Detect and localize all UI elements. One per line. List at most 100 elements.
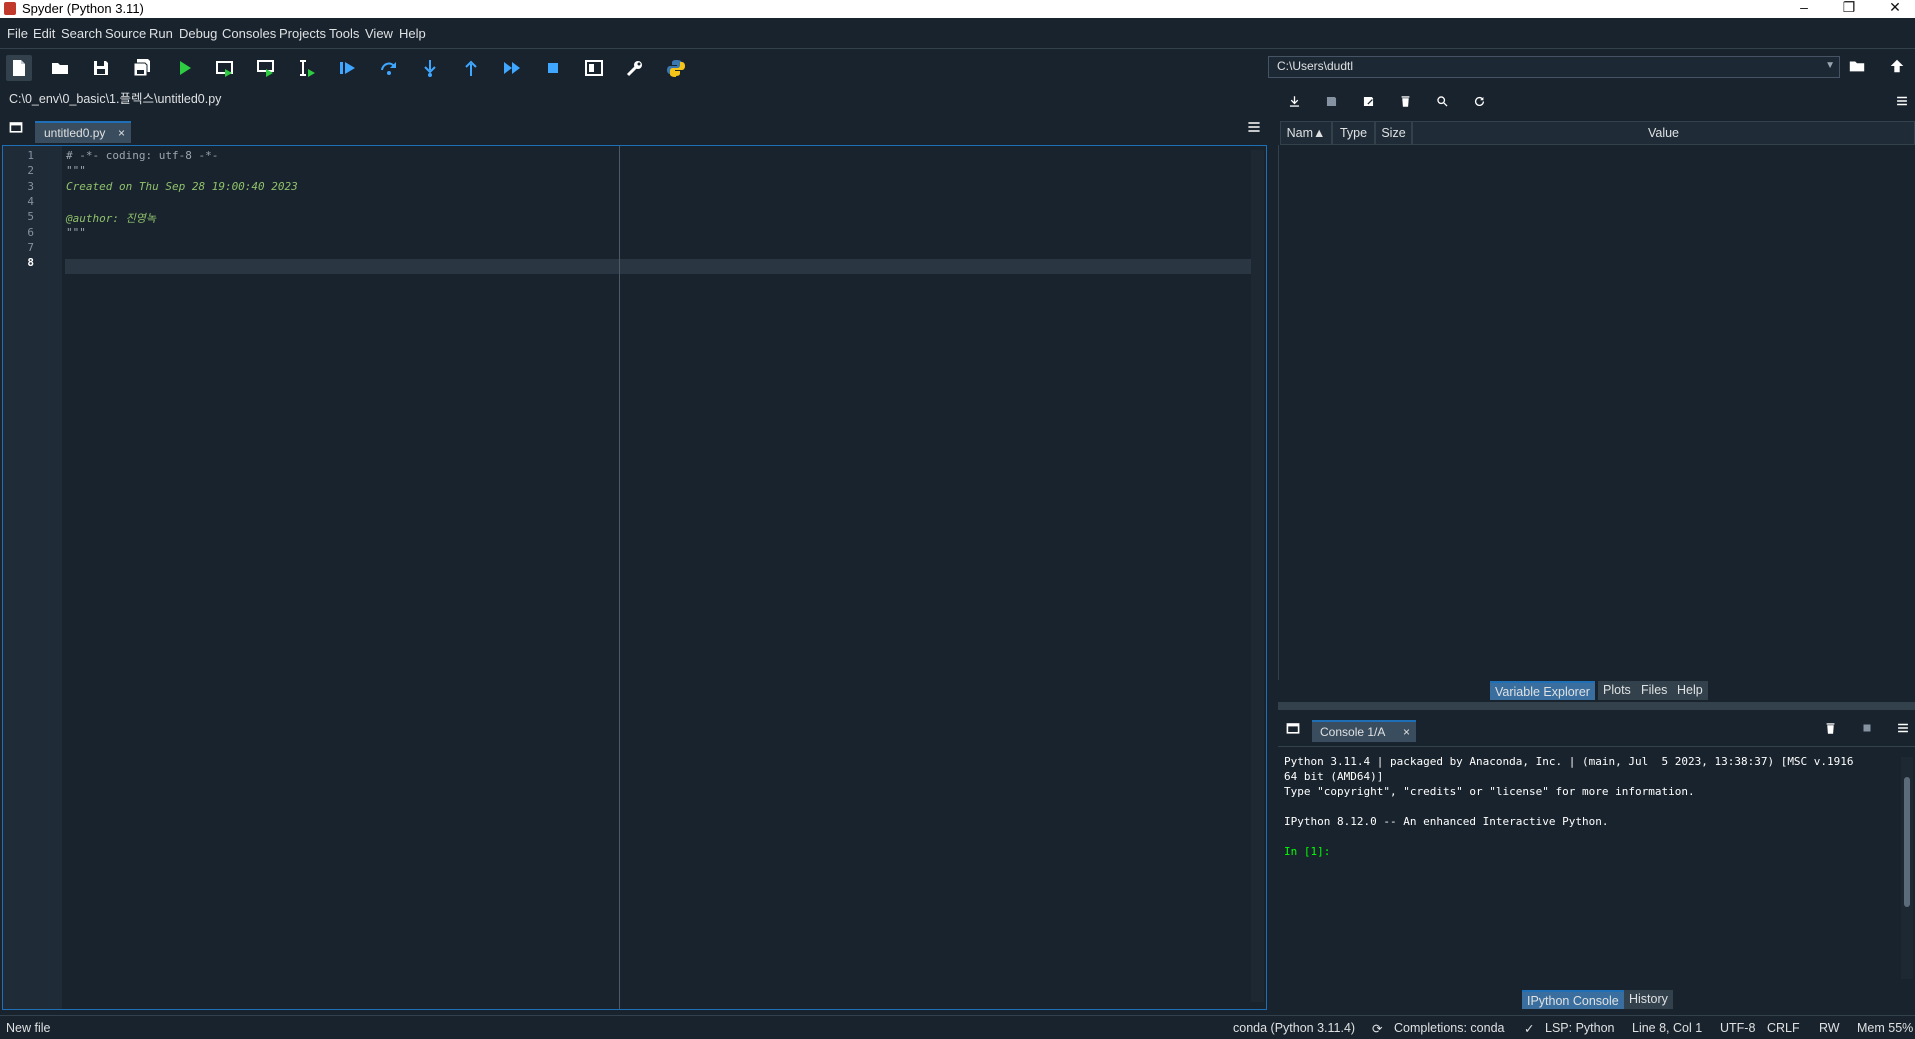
column-name[interactable]: Nam▲	[1280, 121, 1332, 145]
menu-search[interactable]: Search	[61, 26, 102, 41]
save-data-icon[interactable]	[1322, 92, 1340, 110]
variable-explorer-toolbar	[1277, 86, 1915, 116]
status-encoding: UTF-8	[1720, 1021, 1756, 1035]
title-bar: Spyder (Python 3.11) – ❐ ✕	[0, 0, 1915, 18]
line-number: 3	[27, 179, 34, 193]
close-button[interactable]: ✕	[1880, 0, 1910, 16]
menu-view[interactable]: View	[365, 26, 393, 41]
menu-projects[interactable]: Projects	[279, 26, 326, 41]
console-tab-label: Console 1/A	[1320, 725, 1386, 739]
interrupt-kernel-icon[interactable]	[1858, 719, 1876, 737]
menu-help[interactable]: Help	[399, 26, 426, 41]
debug-icon[interactable]	[335, 55, 361, 81]
remove-all-icon[interactable]	[1821, 719, 1839, 737]
console-options-menu-icon[interactable]	[1894, 719, 1912, 737]
minimize-button[interactable]: –	[1789, 0, 1819, 15]
step-return-icon[interactable]	[458, 55, 484, 81]
status-environment[interactable]: conda (Python 3.11.4)	[1233, 1021, 1355, 1035]
line-number: 5	[27, 210, 34, 224]
status-memory: Mem 55%	[1857, 1021, 1914, 1035]
status-bar: New file conda (Python 3.11.4) ⟳ Complet…	[0, 1015, 1915, 1039]
close-tab-icon[interactable]: ×	[1403, 725, 1410, 739]
current-line-highlight	[65, 259, 1252, 274]
browse-folder-icon[interactable]	[1848, 57, 1866, 75]
menu-file[interactable]: File	[7, 26, 28, 41]
tab-untitled0[interactable]: untitled0.py ×	[35, 121, 131, 143]
refresh-icon[interactable]	[1470, 92, 1488, 110]
console-tab-bar: Console 1/A ×	[1278, 712, 1915, 746]
tab-files[interactable]: Files	[1636, 681, 1673, 700]
status-permissions: RW	[1819, 1021, 1840, 1035]
tab-history[interactable]: History	[1624, 990, 1673, 1009]
tab-label: untitled0.py	[44, 126, 106, 140]
search-icon[interactable]	[1433, 92, 1451, 110]
tab-ipython-console[interactable]: IPython Console	[1522, 990, 1624, 1009]
line-number: 2	[27, 164, 34, 178]
line-number: 6	[27, 225, 34, 239]
line-number: 7	[27, 240, 34, 254]
editor-file-path: C:\0_env\0_basic\1.플렉스\untitled0.py	[9, 92, 222, 106]
step-into-icon[interactable]	[417, 55, 443, 81]
editor-options-menu-icon[interactable]	[1245, 118, 1263, 136]
tab-variable-explorer[interactable]: Variable Explorer	[1490, 681, 1595, 700]
open-folder-icon[interactable]	[47, 55, 73, 81]
pane-options-menu-icon[interactable]	[1893, 92, 1911, 110]
tab-plots[interactable]: Plots	[1598, 681, 1636, 700]
menu-bar: File Edit Search Source Run Debug Consol…	[0, 18, 1915, 49]
run-cell-icon[interactable]	[212, 55, 238, 81]
ipython-console[interactable]: Python 3.11.4 | packaged by Anaconda, In…	[1278, 746, 1915, 989]
line-length-guide	[619, 146, 620, 1009]
status-message: New file	[6, 1021, 51, 1035]
variable-table-body[interactable]	[1278, 145, 1915, 680]
continue-icon[interactable]	[499, 55, 525, 81]
close-tab-icon[interactable]: ×	[118, 126, 125, 140]
browse-tabs-icon[interactable]	[1284, 719, 1302, 737]
menu-run[interactable]: Run	[149, 26, 173, 41]
editor-scrollbar[interactable]	[1251, 150, 1264, 1002]
menu-tools[interactable]: Tools	[329, 26, 359, 41]
status-completions[interactable]: Completions: conda	[1394, 1021, 1504, 1035]
run-selection-icon[interactable]	[294, 55, 320, 81]
code-line: @author: 진영녹	[66, 212, 156, 226]
status-lsp[interactable]: LSP: Python	[1545, 1021, 1615, 1035]
editor-tab-bar: untitled0.py ×	[0, 112, 1268, 144]
menu-edit[interactable]: Edit	[33, 26, 55, 41]
code-line: Created on Thu Sep 28 19:00:40 2023	[66, 179, 298, 193]
new-file-icon[interactable]	[6, 55, 32, 81]
save-all-icon[interactable]	[129, 55, 155, 81]
maximize-pane-icon[interactable]	[581, 55, 607, 81]
parent-directory-icon[interactable]	[1888, 57, 1906, 75]
column-type[interactable]: Type	[1332, 121, 1375, 145]
stop-icon[interactable]	[540, 55, 566, 81]
browse-tabs-icon[interactable]	[7, 118, 25, 136]
console-line: 64 bit (AMD64)]	[1284, 770, 1384, 783]
check-icon: ✓	[1524, 1022, 1535, 1036]
preferences-icon[interactable]	[622, 55, 648, 81]
status-eol: CRLF	[1767, 1021, 1800, 1035]
menu-debug[interactable]: Debug	[179, 26, 217, 41]
console-scrollbar[interactable]	[1901, 757, 1913, 979]
run-cell-advance-icon[interactable]	[253, 55, 279, 81]
remove-all-variables-icon[interactable]	[1396, 92, 1414, 110]
column-value[interactable]: Value	[1412, 121, 1915, 145]
step-over-icon[interactable]	[376, 55, 402, 81]
restore-button[interactable]: ❐	[1834, 0, 1864, 16]
menu-source[interactable]: Source	[105, 26, 146, 41]
code-line: # -*- coding: utf-8 -*-	[66, 149, 219, 162]
working-directory-combo[interactable]: C:\Users\dudtl ▼	[1268, 56, 1840, 78]
status-cursor-position: Line 8, Col 1	[1632, 1021, 1703, 1035]
menu-consoles[interactable]: Consoles	[222, 26, 276, 41]
python-path-icon[interactable]	[663, 55, 689, 81]
save-icon[interactable]	[88, 55, 114, 81]
console-scroll-thumb[interactable]	[1904, 777, 1910, 907]
working-directory-value: C:\Users\dudtl	[1277, 59, 1354, 73]
tab-help[interactable]: Help	[1672, 681, 1708, 700]
pane-splitter[interactable]	[1278, 702, 1915, 710]
chevron-down-icon[interactable]: ▼	[1825, 60, 1835, 71]
tab-console-1a[interactable]: Console 1/A ×	[1312, 720, 1416, 742]
import-data-icon[interactable]	[1285, 92, 1303, 110]
run-icon[interactable]	[172, 55, 198, 81]
column-size[interactable]: Size	[1375, 121, 1412, 145]
code-editor[interactable]: 12345678 # -*- coding: utf-8 -*- """ Creat…	[2, 145, 1267, 1010]
save-data-as-icon[interactable]	[1359, 92, 1377, 110]
